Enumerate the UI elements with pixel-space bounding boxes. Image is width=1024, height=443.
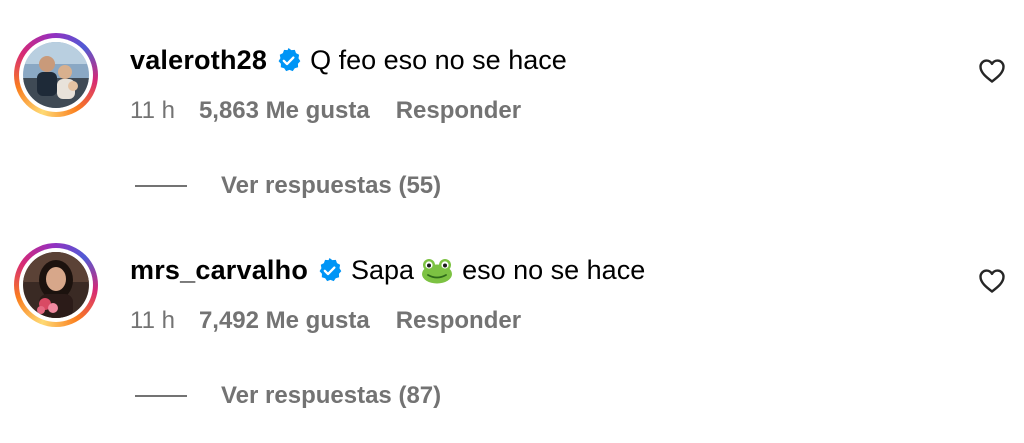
comment-text-end: eso no se hace: [462, 254, 646, 285]
reply-button[interactable]: Responder: [396, 97, 521, 125]
view-replies-button[interactable]: Ver respuestas (55): [135, 171, 441, 201]
comment-text: Q feo eso no se hace: [310, 44, 567, 75]
comment-time[interactable]: 11 h: [130, 307, 175, 335]
avatar[interactable]: [14, 243, 98, 327]
comment-meta: 11 h 7,492 Me gusta Responder: [130, 306, 521, 336]
comment-header: valeroth28 Q feo eso no se hace: [130, 42, 567, 78]
replies-divider: [135, 395, 187, 397]
comment-header: mrs_carvalho Sapa eso no se hace: [130, 252, 645, 288]
heart-outline-icon[interactable]: [978, 268, 1006, 294]
likes-count[interactable]: 7,492 Me gusta: [199, 307, 370, 335]
verified-badge-icon: [316, 257, 343, 284]
replies-divider: [135, 185, 187, 187]
avatar[interactable]: [14, 33, 98, 117]
comment-time[interactable]: 11 h: [130, 97, 175, 125]
frog-emoji-icon: [420, 257, 454, 284]
avatar-photo: [23, 252, 89, 318]
view-replies-label: Ver respuestas (55): [221, 172, 442, 199]
likes-count[interactable]: 5,863 Me gusta: [199, 97, 370, 125]
comment-text-start: Sapa: [351, 254, 415, 285]
username[interactable]: mrs_carvalho: [130, 255, 308, 286]
comment-meta: 11 h 5,863 Me gusta Responder: [130, 96, 521, 126]
avatar-photo: [23, 42, 89, 108]
view-replies-label: Ver respuestas (87): [221, 382, 442, 409]
username[interactable]: valeroth28: [130, 45, 267, 76]
heart-outline-icon[interactable]: [978, 58, 1006, 84]
view-replies-button[interactable]: Ver respuestas (87): [135, 381, 441, 411]
reply-button[interactable]: Responder: [396, 307, 521, 335]
verified-badge-icon: [275, 47, 302, 74]
